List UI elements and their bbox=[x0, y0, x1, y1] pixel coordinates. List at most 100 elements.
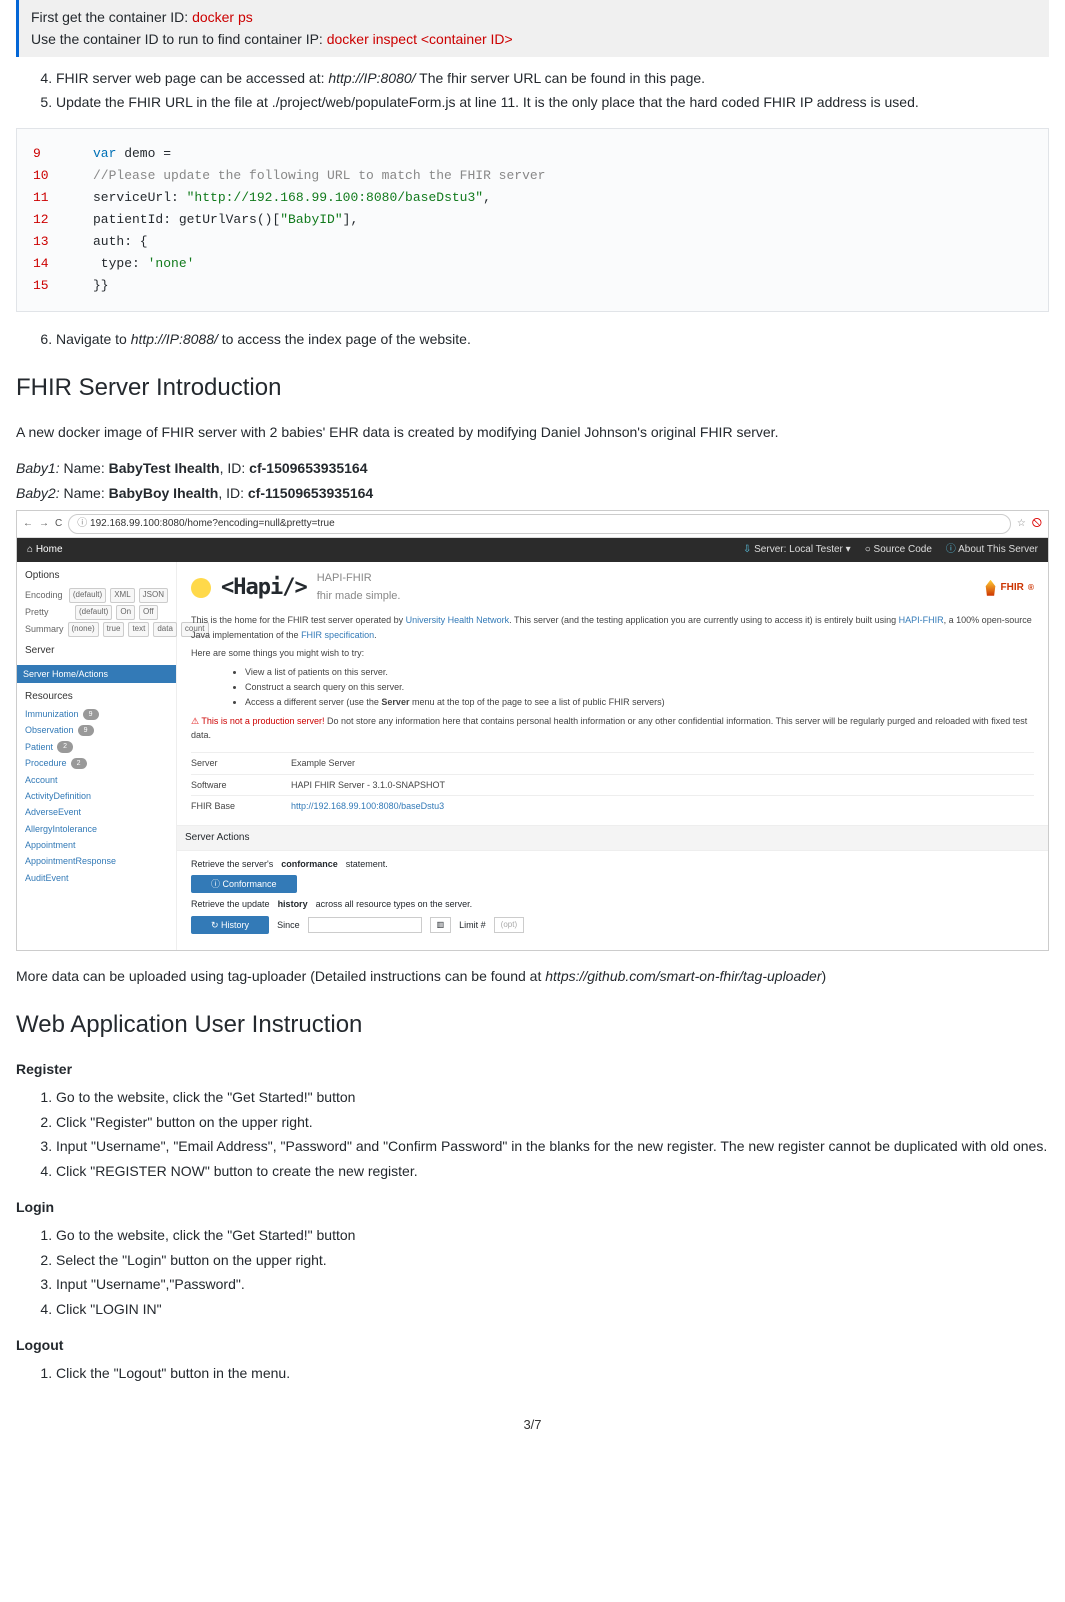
option-button[interactable]: (none) bbox=[68, 622, 99, 637]
logout-steps: Click the "Logout" button in the menu. bbox=[16, 1362, 1049, 1384]
id: cf-1509653935164 bbox=[249, 460, 367, 476]
resource-item[interactable]: Procedure2 bbox=[25, 756, 168, 770]
option-button[interactable]: data bbox=[153, 622, 177, 637]
resource-item[interactable]: ActivityDefinition bbox=[25, 789, 168, 803]
baby-info: Baby2: Name: BabyBoy Ihealth, ID: cf-115… bbox=[16, 482, 1049, 504]
resource-item[interactable]: AllergyIntolerance bbox=[25, 822, 168, 836]
browser-url-bar: ← → C ⓘ 192.168.99.100:8080/home?encodin… bbox=[17, 511, 1048, 538]
line-number: 15 bbox=[33, 275, 93, 297]
resource-item[interactable]: AuditEvent bbox=[25, 871, 168, 885]
option-button[interactable]: JSON bbox=[139, 588, 168, 603]
code-text: , bbox=[483, 190, 491, 205]
app-navbar: ⌂ Home ⇩ Server: Local Tester ○ Source C… bbox=[17, 538, 1048, 562]
url-text: https://github.com/smart-on-fhir/tag-upl… bbox=[545, 968, 821, 984]
url-input[interactable]: ⓘ 192.168.99.100:8080/home?encoding=null… bbox=[68, 514, 1011, 534]
name: BabyTest Ihealth bbox=[109, 460, 220, 476]
text: More data can be uploaded using tag-uplo… bbox=[16, 968, 545, 984]
text: , ID: bbox=[218, 485, 248, 501]
reload-icon[interactable]: C bbox=[55, 516, 62, 532]
link[interactable]: list of patients bbox=[274, 667, 329, 677]
about-link[interactable]: ⓘ About This Server bbox=[946, 542, 1038, 558]
register-steps: Go to the website, click the "Get Starte… bbox=[16, 1086, 1049, 1182]
link[interactable]: different server bbox=[284, 697, 344, 707]
forward-icon[interactable]: → bbox=[39, 516, 49, 532]
label: Baby1: bbox=[16, 460, 60, 476]
option-button[interactable]: Off bbox=[139, 605, 158, 620]
warning-icon: ⚠ bbox=[191, 716, 199, 726]
link[interactable]: HAPI-FHIR bbox=[899, 615, 944, 625]
code-block: 9var demo = 10//Please update the follow… bbox=[16, 128, 1049, 313]
server-label: Server bbox=[25, 643, 168, 659]
back-icon[interactable]: ← bbox=[23, 516, 33, 532]
string: 'none' bbox=[148, 256, 195, 271]
label: Baby2: bbox=[16, 485, 60, 501]
code-text: type: bbox=[93, 256, 148, 271]
resource-item[interactable]: AppointmentResponse bbox=[25, 854, 168, 868]
steps-list: FHIR server web page can be accessed at:… bbox=[16, 67, 1049, 114]
list-item: Input "Username","Password". bbox=[56, 1273, 1049, 1295]
smile-icon bbox=[191, 578, 211, 598]
text: The fhir server URL can be found in this… bbox=[416, 70, 706, 86]
label: Pretty bbox=[25, 605, 71, 619]
bullet-list: View a list of patients on this server. … bbox=[205, 665, 1034, 710]
calendar-button[interactable]: ▥ bbox=[430, 917, 452, 934]
star-icon[interactable]: ☆ bbox=[1017, 516, 1026, 532]
sidebar-header[interactable]: Server Home/Actions bbox=[17, 665, 176, 683]
since-input[interactable] bbox=[308, 917, 422, 934]
line-number: 10 bbox=[33, 165, 93, 187]
list-item: View a list of patients on this server. bbox=[245, 665, 1034, 679]
resource-item[interactable]: Patient2 bbox=[25, 740, 168, 754]
option-button[interactable]: On bbox=[116, 605, 135, 620]
text: FHIR server web page can be accessed at: bbox=[56, 70, 328, 86]
list-item: Navigate to http://IP:8088/ to access th… bbox=[56, 328, 1049, 350]
actions-header: Server Actions bbox=[177, 825, 1048, 851]
text: Use the container ID to run to find cont… bbox=[31, 31, 327, 47]
resource-item[interactable]: Appointment bbox=[25, 838, 168, 852]
paragraph: A new docker image of FHIR server with 2… bbox=[16, 421, 1049, 443]
label: Summary bbox=[25, 622, 64, 636]
text: to access the index page of the website. bbox=[218, 331, 471, 347]
subsection-heading: Login bbox=[16, 1196, 1049, 1218]
source-link[interactable]: ○ Source Code bbox=[865, 542, 932, 558]
limit-input[interactable]: (opt) bbox=[494, 917, 524, 934]
option-button[interactable]: text bbox=[128, 622, 149, 637]
url-text: http://IP:8088/ bbox=[131, 331, 218, 347]
value: HAPI FHIR Server - 3.1.0-SNAPSHOT bbox=[291, 778, 445, 792]
steps-list: Navigate to http://IP:8088/ to access th… bbox=[16, 328, 1049, 350]
value-link[interactable]: http://192.168.99.100:8080/baseDstu3 bbox=[291, 799, 444, 813]
option-button[interactable]: true bbox=[103, 622, 125, 637]
warning-text: This is not a production server! bbox=[201, 716, 324, 726]
list-item: Go to the website, click the "Get Starte… bbox=[56, 1086, 1049, 1108]
action-row: Retrieve the server's conformance statem… bbox=[191, 857, 1034, 871]
paragraph: This is the home for the FHIR test serve… bbox=[191, 613, 1034, 642]
list-item: Select the "Login" button on the upper r… bbox=[56, 1249, 1049, 1271]
stop-icon[interactable]: 🛇 bbox=[1032, 516, 1042, 532]
list-item: Click "REGISTER NOW" button to create th… bbox=[56, 1160, 1049, 1182]
resource-item[interactable]: Observation9 bbox=[25, 723, 168, 737]
resource-item[interactable]: Account bbox=[25, 773, 168, 787]
fhir-logo: FHIR® bbox=[985, 580, 1034, 596]
home-link[interactable]: Home bbox=[36, 542, 63, 558]
list-item: FHIR server web page can be accessed at:… bbox=[56, 67, 1049, 89]
option-button[interactable]: XML bbox=[110, 588, 134, 603]
history-button[interactable]: ↻ History bbox=[191, 916, 269, 934]
code-text: demo = bbox=[116, 146, 171, 161]
server-dropdown[interactable]: ⇩ Server: Local Tester bbox=[743, 542, 851, 558]
option-button[interactable]: (default) bbox=[69, 588, 106, 603]
flame-icon bbox=[985, 580, 997, 596]
main-panel: <Hapi/> HAPI-FHIRfhir made simple. FHIR®… bbox=[177, 562, 1048, 950]
action-row: Retrieve the update history across all r… bbox=[191, 897, 1034, 911]
options-label: Options bbox=[25, 568, 168, 584]
brand-row: <Hapi/> HAPI-FHIRfhir made simple. FHIR® bbox=[191, 570, 1034, 605]
resource-item[interactable]: AdverseEvent bbox=[25, 805, 168, 819]
home-icon[interactable]: ⌂ bbox=[27, 542, 33, 558]
link[interactable]: FHIR specification bbox=[301, 630, 374, 640]
conformance-button[interactable]: ⓘ Conformance bbox=[191, 875, 297, 893]
id: cf-11509653935164 bbox=[248, 485, 373, 501]
link[interactable]: search query bbox=[294, 682, 346, 692]
url-text: 192.168.99.100:8080/home?encoding=null&p… bbox=[90, 518, 335, 529]
option-button[interactable]: (default) bbox=[75, 605, 112, 620]
list-item: Click the "Logout" button in the menu. bbox=[56, 1362, 1049, 1384]
link[interactable]: University Health Network bbox=[406, 615, 510, 625]
resource-item[interactable]: Immunization9 bbox=[25, 707, 168, 721]
